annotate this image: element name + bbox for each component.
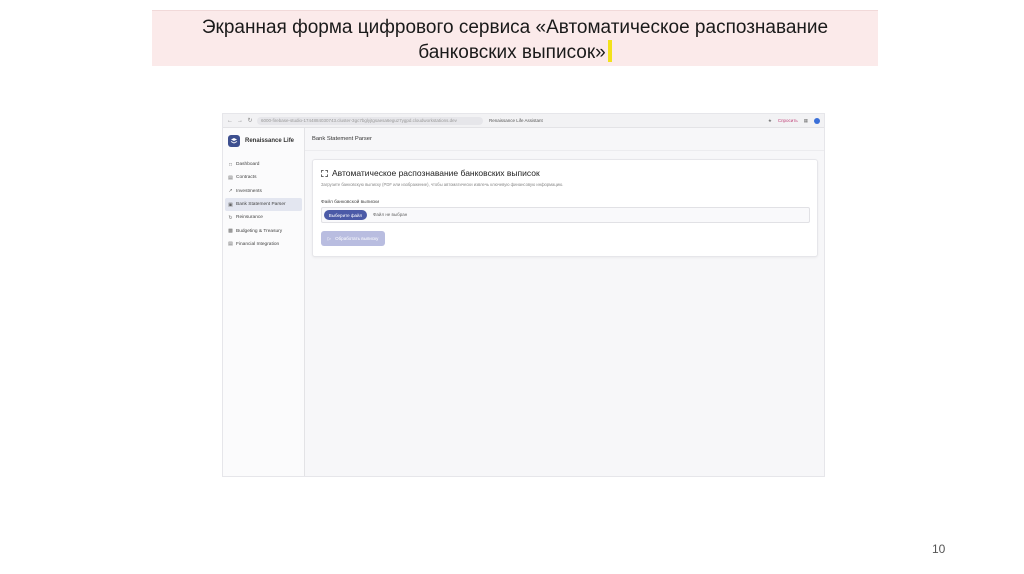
sidebar-item-contracts[interactable]: ▤ Contracts	[225, 171, 302, 184]
text-cursor-highlight	[607, 40, 612, 62]
brand[interactable]: Renaissance Life	[223, 128, 304, 154]
sidebar-item-label: Bank Statement Parser	[236, 202, 286, 208]
forward-icon[interactable]: →	[237, 118, 243, 124]
trend-icon: ↗	[228, 188, 233, 195]
address-bar[interactable]: 6000-firebase-studio-1744884030743.clust…	[257, 116, 483, 125]
slide-title: Экранная форма цифрового сервиса «Автома…	[152, 16, 878, 65]
share-button[interactable]: Спросить	[778, 118, 798, 123]
wallet-icon: ▩	[228, 228, 233, 235]
sidebar-item-dashboard[interactable]: □ Dashboard	[225, 158, 302, 171]
sidebar-item-label: Reinsurance	[236, 215, 263, 221]
sidebar-item-label: Budgeting & Treasury	[236, 228, 283, 234]
reload-icon[interactable]: ↻	[247, 118, 253, 124]
card-subtitle: Загрузите банковскую выписку (PDF или из…	[321, 182, 564, 187]
file-icon: ▤	[228, 241, 233, 248]
process-icon: ▷	[327, 235, 332, 241]
slide-title-band: Экранная форма цифрового сервиса «Автома…	[152, 10, 878, 66]
sidebar-item-label: Contracts	[236, 175, 257, 181]
dashboard-icon: □	[228, 161, 233, 168]
scan-icon: ▣	[228, 201, 233, 208]
page-title: Bank Statement Parser	[305, 128, 824, 151]
back-icon[interactable]: ←	[227, 118, 233, 124]
sidebar-item-investments[interactable]: ↗ Investments	[225, 185, 302, 198]
app-screenshot: ← → ↻ 6000-firebase-studio-1744884030743…	[222, 113, 825, 477]
sidebar-item-label: Financial Integration	[236, 241, 280, 247]
file-input[interactable]: Выберите файл Файл не выбран	[321, 207, 810, 223]
sidebar-nav: □ Dashboard ▤ Contracts ↗ Investments ▣ Bank…	[223, 158, 304, 251]
browser-actions: ★ Спросить ▦	[768, 117, 820, 124]
brand-logo-icon	[228, 135, 240, 147]
document-icon: ▤	[228, 174, 233, 181]
sidebar-item-label: Dashboard	[236, 162, 260, 168]
no-file-text: Файл не выбран	[373, 212, 408, 217]
file-field-label: Файл банковской выписки	[321, 200, 380, 205]
main-content: Bank Statement Parser Автоматическое рас…	[305, 128, 824, 476]
browser-toolbar: ← → ↻ 6000-firebase-studio-1744884030743…	[223, 114, 824, 128]
sidebar-item-financial-integration[interactable]: ▤ Financial Integration	[225, 238, 302, 251]
avatar[interactable]	[814, 117, 820, 124]
address-url: 6000-firebase-studio-1744884030743.clust…	[261, 118, 457, 123]
card-title-text: Автоматическое распознавание банковских …	[332, 168, 540, 178]
parser-card: Автоматическое распознавание банковских …	[312, 159, 818, 257]
process-statement-button[interactable]: ▷ Обработать выписку	[321, 231, 385, 246]
refresh-icon: ↻	[228, 214, 233, 221]
sidebar-item-reinsurance[interactable]: ↻ Reinsurance	[225, 211, 302, 224]
brand-name: Renaissance Life	[245, 138, 295, 144]
sidebar: Renaissance Life □ Dashboard ▤ Contracts ↗…	[223, 128, 305, 476]
card-title: Автоматическое распознавание банковских …	[321, 168, 540, 178]
slide-title-line-1: Экранная форма цифрового сервиса «Автома…	[201, 17, 829, 38]
sidebar-item-label: Investments	[236, 188, 262, 194]
extensions-icon[interactable]: ▦	[804, 118, 808, 124]
choose-file-button[interactable]: Выберите файл	[324, 210, 367, 220]
slide-title-line-2: банковских выписок»	[418, 42, 606, 63]
slide-page-number: 10	[932, 542, 946, 556]
sidebar-item-budgeting-treasury[interactable]: ▩ Budgeting & Treasury	[225, 224, 302, 237]
tab-title: Renaissance Life Assistant	[489, 118, 543, 123]
process-button-label: Обработать выписку	[335, 236, 379, 241]
bookmark-icon[interactable]: ★	[768, 118, 772, 124]
sidebar-item-bank-statement-parser[interactable]: ▣ Bank Statement Parser	[225, 197, 302, 212]
scan-icon	[321, 169, 328, 177]
